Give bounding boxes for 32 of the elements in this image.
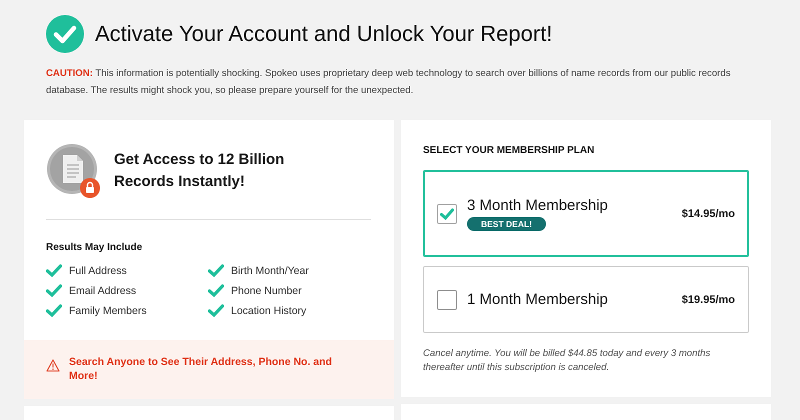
plan-option[interactable]: 3 Month Membership BEST DEAL! $14.95/mo <box>423 170 749 257</box>
result-item: Full Address <box>69 264 127 276</box>
plan-price: $19.95/mo <box>682 294 735 306</box>
check-icon <box>46 284 62 297</box>
check-icon <box>46 304 62 317</box>
plan-section-title: SELECT YOUR MEMBERSHIP PLAN <box>423 145 596 156</box>
result-item: Birth Month/Year <box>231 264 309 276</box>
check-icon <box>208 264 224 277</box>
result-item: Location History <box>231 304 306 316</box>
check-circle-icon <box>46 15 84 53</box>
access-heading: Get Access to 12 Billion Records Instantly! <box>114 150 286 192</box>
page-title: Activate Your Account and Unlock Your Report! <box>95 21 552 47</box>
plan-name: 1 Month Membership <box>467 291 608 308</box>
locked-document-icon <box>46 143 102 199</box>
result-item: Email Address <box>69 284 136 296</box>
best-deal-badge: BEST DEAL! <box>467 216 546 230</box>
check-icon <box>208 304 224 317</box>
result-item: Family Members <box>69 304 147 316</box>
warning-icon <box>46 359 60 372</box>
plan-name: 3 Month Membership <box>467 196 608 214</box>
alert-text: Search Anyone to See Their Address, Phone No. and More! <box>69 355 333 383</box>
check-icon <box>46 264 62 277</box>
check-icon <box>208 284 224 297</box>
caution-text: CAUTION: This information is potentially shocking. Spokeo uses proprietary deep web technology to search over billions of name records from our public records database. The results might shock you, so please prepare yourself for the unexpected. <box>46 67 732 98</box>
checkbox[interactable] <box>437 204 457 224</box>
check-icon <box>440 208 454 220</box>
billing-note: Cancel anytime. You will be billed $44.85 today and every 3 months thereafter until this subscription is canceled. <box>423 347 712 375</box>
checkbox[interactable] <box>437 290 457 310</box>
plan-price: $14.95/mo <box>682 208 735 220</box>
results-title: Results May Include <box>46 242 144 253</box>
result-item: Phone Number <box>231 284 302 296</box>
plan-option[interactable]: 1 Month Membership $19.95/mo <box>423 266 749 333</box>
